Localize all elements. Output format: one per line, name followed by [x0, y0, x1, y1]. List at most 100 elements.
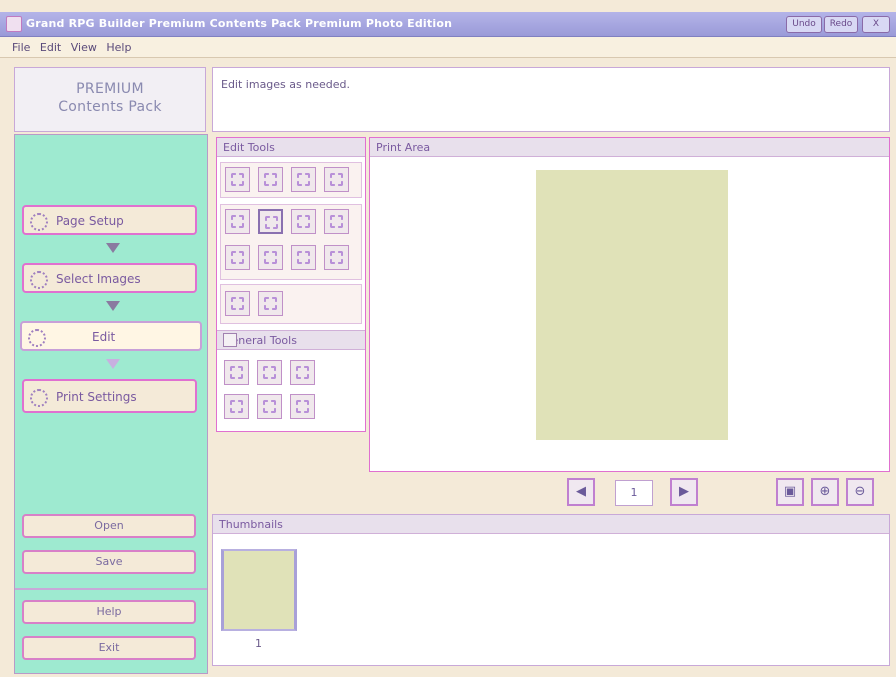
undo-icon [230, 366, 243, 379]
filter-icon [330, 251, 343, 264]
step-arrow-icon [106, 243, 120, 253]
step-arrow-icon [106, 301, 120, 311]
step-edit[interactable]: Edit [20, 321, 202, 351]
delete-icon [296, 400, 309, 413]
layer-up-tool-button[interactable] [225, 291, 250, 316]
copy-icon [230, 400, 243, 413]
resize-tool-button[interactable] [324, 167, 349, 192]
undo-tool-button[interactable] [224, 360, 249, 385]
general-tools-group [220, 356, 324, 426]
general-tools-header: General Tools [217, 330, 365, 350]
thumbnails-header: Thumbnails [213, 515, 889, 534]
menu-file[interactable]: File [0, 37, 33, 54]
brightness-icon [264, 251, 277, 264]
zoom-in-icon: ⊕ [819, 484, 831, 499]
zoom-in-button[interactable]: ⊕ [811, 478, 839, 506]
stamp-tool-button[interactable] [324, 209, 349, 234]
select-images-icon [30, 271, 48, 289]
print-area-panel: Print Area [369, 137, 890, 472]
copy-tool-button[interactable] [224, 394, 249, 419]
app-window: Grand RPG Builder Premium Contents Pack … [0, 0, 896, 677]
logo-line-2: Contents Pack [58, 99, 162, 115]
text-tool-button[interactable] [291, 209, 316, 234]
logo-line-1: PREMIUM [76, 81, 144, 97]
step-label: Select Images [56, 272, 141, 286]
edit-tools-group-1 [220, 162, 362, 198]
paste-icon [263, 400, 276, 413]
save-button[interactable]: Save [22, 550, 196, 574]
brightness-tool-button[interactable] [258, 245, 283, 270]
layer-down-tool-button[interactable] [258, 291, 283, 316]
edit-tools-header: Edit Tools [217, 138, 365, 157]
step-arrow-icon [106, 359, 120, 369]
filter-tool-button[interactable] [324, 245, 349, 270]
rotate-icon [231, 173, 244, 186]
tools-panel: Edit Tools General Tools [216, 137, 366, 432]
instruction-text: Edit images as needed. [221, 78, 350, 91]
menu-bar: File Edit View Help [0, 37, 896, 58]
help-button[interactable]: Help [22, 600, 196, 624]
app-icon [6, 16, 22, 32]
redo-tool-button[interactable] [257, 360, 282, 385]
thumbnails-title: Thumbnails [219, 518, 283, 531]
resize-icon [330, 173, 343, 186]
instruction-box: Edit images as needed. [212, 67, 890, 132]
layer-up-icon [231, 297, 244, 310]
step-print-settings[interactable]: Print Settings [22, 379, 197, 413]
undo-window-button[interactable]: Undo [786, 16, 822, 33]
thumbnails-panel: Thumbnails 1 [212, 514, 890, 666]
product-logo: PREMIUM Contents Pack [14, 67, 206, 132]
menu-edit[interactable]: Edit [37, 37, 64, 54]
exit-button[interactable]: Exit [22, 636, 196, 660]
zoom-out-icon: ⊖ [854, 484, 866, 499]
page-setup-icon [30, 213, 48, 231]
print-page-canvas[interactable] [536, 170, 728, 440]
rotate-tool-button[interactable] [225, 167, 250, 192]
page-thumbnail[interactable] [221, 549, 297, 631]
chevron-left-icon: ◀ [576, 484, 586, 499]
next-page-button[interactable]: ▶ [670, 478, 698, 506]
delete-tool-button[interactable] [290, 394, 315, 419]
chevron-right-icon: ▶ [679, 484, 689, 499]
stamp-icon [330, 215, 343, 228]
edit-tools-group-3 [220, 284, 362, 324]
crop-tool-button[interactable] [291, 167, 316, 192]
menu-help[interactable]: Help [103, 37, 134, 54]
frame-icon [231, 215, 244, 228]
window-title: Grand RPG Builder Premium Contents Pack … [26, 17, 453, 30]
paste-tool-button[interactable] [257, 394, 282, 419]
text-icon [297, 215, 310, 228]
page-number-field[interactable]: 1 [615, 480, 653, 506]
thumbnail-number: 1 [255, 637, 262, 650]
sidebar-divider [15, 588, 207, 590]
step-page-setup[interactable]: Page Setup [22, 205, 197, 235]
print-area-title: Print Area [376, 141, 431, 154]
edit-tools-group-2 [220, 204, 362, 280]
effect-icon [297, 251, 310, 264]
close-window-button[interactable]: X [862, 16, 890, 33]
select-icon [265, 216, 278, 229]
redo-window-button[interactable]: Redo [824, 16, 858, 33]
redo-icon [263, 366, 276, 379]
open-button[interactable]: Open [22, 514, 196, 538]
fit-page-icon: ▣ [783, 484, 797, 499]
effect-tool-button[interactable] [291, 245, 316, 270]
zoom-out-button[interactable]: ⊖ [846, 478, 874, 506]
frame-tool-button[interactable] [225, 209, 250, 234]
color-tool-button[interactable] [225, 245, 250, 270]
prev-page-button[interactable]: ◀ [567, 478, 595, 506]
cut-tool-button[interactable] [290, 360, 315, 385]
step-label: Print Settings [56, 390, 137, 404]
menu-view[interactable]: View [68, 37, 100, 54]
print-area-header: Print Area [370, 138, 889, 157]
fit-page-button[interactable]: ▣ [776, 478, 804, 506]
edit-icon [28, 329, 46, 347]
flip-icon [264, 173, 277, 186]
step-select-images[interactable]: Select Images [22, 263, 197, 293]
layer-down-icon [264, 297, 277, 310]
collapse-icon[interactable] [223, 333, 237, 347]
workflow-sidebar: Page Setup Select Images Edit Print Sett… [14, 134, 208, 674]
flip-tool-button[interactable] [258, 167, 283, 192]
select-tool-button[interactable] [258, 209, 283, 234]
cut-icon [296, 366, 309, 379]
